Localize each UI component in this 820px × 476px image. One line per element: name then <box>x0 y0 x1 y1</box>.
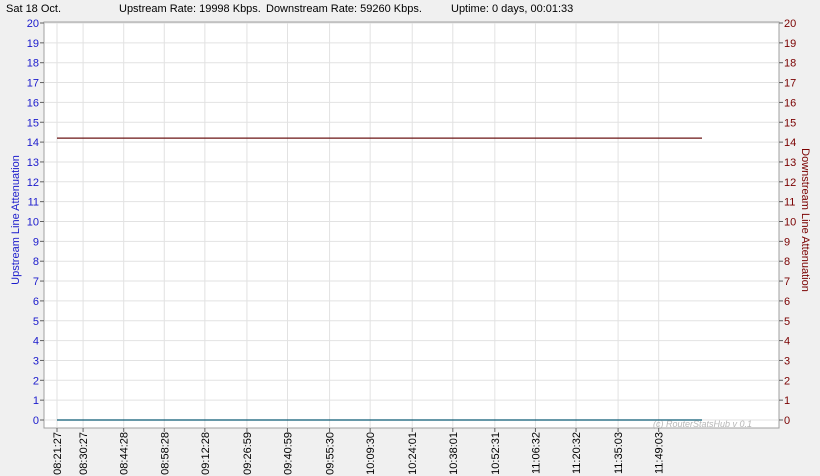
y-tick-label-right: 3 <box>784 355 790 367</box>
y-tick-label-left: 14 <box>27 137 39 149</box>
y-tick-label-right: 1 <box>784 395 790 407</box>
y-tick-label-left: 0 <box>33 415 39 427</box>
x-tick-label: 08:21:27 <box>52 432 64 475</box>
y-tick-label-right: 13 <box>784 157 796 169</box>
y-tick-label-left: 20 <box>27 18 39 30</box>
x-tick-label: 08:44:28 <box>119 432 131 475</box>
y-tick-label-left: 16 <box>27 97 39 109</box>
y-axis-label-left: Upstream Line Attenuation <box>10 155 22 285</box>
x-tick-label: 09:26:59 <box>242 432 254 475</box>
x-tick-label: 11:20:32 <box>571 432 583 474</box>
x-tick-label: 10:09:30 <box>365 432 377 475</box>
y-tick-label-left: 6 <box>33 296 39 308</box>
y-tick-label-right: 12 <box>784 177 796 189</box>
right-axis: 01234567891011121314151617181920 <box>779 18 796 427</box>
y-tick-label-left: 12 <box>27 177 39 189</box>
y-tick-label-left: 2 <box>33 375 39 387</box>
y-tick-label-left: 10 <box>27 217 39 229</box>
y-tick-label-left: 4 <box>33 336 39 348</box>
y-tick-label-right: 17 <box>784 78 796 90</box>
x-tick-label: 11:49:03 <box>654 432 666 474</box>
y-tick-label-left: 1 <box>33 395 39 407</box>
y-tick-label-left: 7 <box>33 276 39 288</box>
y-tick-label-left: 9 <box>33 236 39 248</box>
y-tick-label-left: 15 <box>27 117 39 129</box>
y-tick-label-left: 13 <box>27 157 39 169</box>
x-tick-label: 10:24:01 <box>407 432 419 475</box>
y-tick-label-right: 11 <box>784 197 795 209</box>
x-tick-label: 11:06:32 <box>530 432 542 474</box>
y-tick-label-right: 2 <box>784 375 790 387</box>
y-tick-label-right: 18 <box>784 58 796 70</box>
y-tick-label-left: 19 <box>27 38 39 50</box>
attenuation-chart: 01234567891011121314151617181920 0123456… <box>10 18 811 475</box>
y-tick-label-left: 11 <box>28 197 39 209</box>
x-tick-label: 09:55:30 <box>325 432 337 475</box>
y-tick-label-right: 15 <box>784 117 796 129</box>
y-tick-label-right: 14 <box>784 137 796 149</box>
y-tick-label-right: 16 <box>784 97 796 109</box>
x-tick-label: 11:35:03 <box>613 432 625 474</box>
y-tick-label-right: 4 <box>784 336 790 348</box>
x-tick-label: 08:58:28 <box>159 432 171 475</box>
y-tick-label-right: 19 <box>784 38 796 50</box>
y-tick-label-left: 17 <box>27 78 39 90</box>
x-tick-label: 09:12:28 <box>200 432 212 475</box>
y-tick-label-left: 3 <box>33 355 39 367</box>
y-tick-label-left: 18 <box>27 58 39 70</box>
y-tick-label-right: 7 <box>784 276 790 288</box>
y-tick-label-right: 0 <box>784 415 790 427</box>
x-tick-label: 10:38:01 <box>448 432 460 475</box>
y-axis-label-right: Downstream Line Attenuation <box>799 148 811 292</box>
y-tick-label-left: 8 <box>33 256 39 268</box>
left-axis: 01234567891011121314151617181920 <box>27 18 44 427</box>
y-tick-label-left: 5 <box>33 316 39 328</box>
x-tick-label: 09:40:59 <box>283 432 295 475</box>
x-tick-label: 08:30:27 <box>78 432 90 475</box>
y-tick-label-right: 5 <box>784 316 790 328</box>
x-axis: 08:21:27 08:30:27 08:44:28 08:58:28 09:12:28… <box>52 428 666 475</box>
y-tick-label-right: 8 <box>784 256 790 268</box>
x-tick-label: 10:52:31 <box>490 432 502 475</box>
y-tick-label-right: 6 <box>784 296 790 308</box>
watermark: (c) RouterStatsHub v 0.1 <box>653 419 752 429</box>
y-tick-label-right: 20 <box>784 18 796 30</box>
y-tick-label-right: 10 <box>784 217 796 229</box>
y-tick-label-right: 9 <box>784 236 790 248</box>
